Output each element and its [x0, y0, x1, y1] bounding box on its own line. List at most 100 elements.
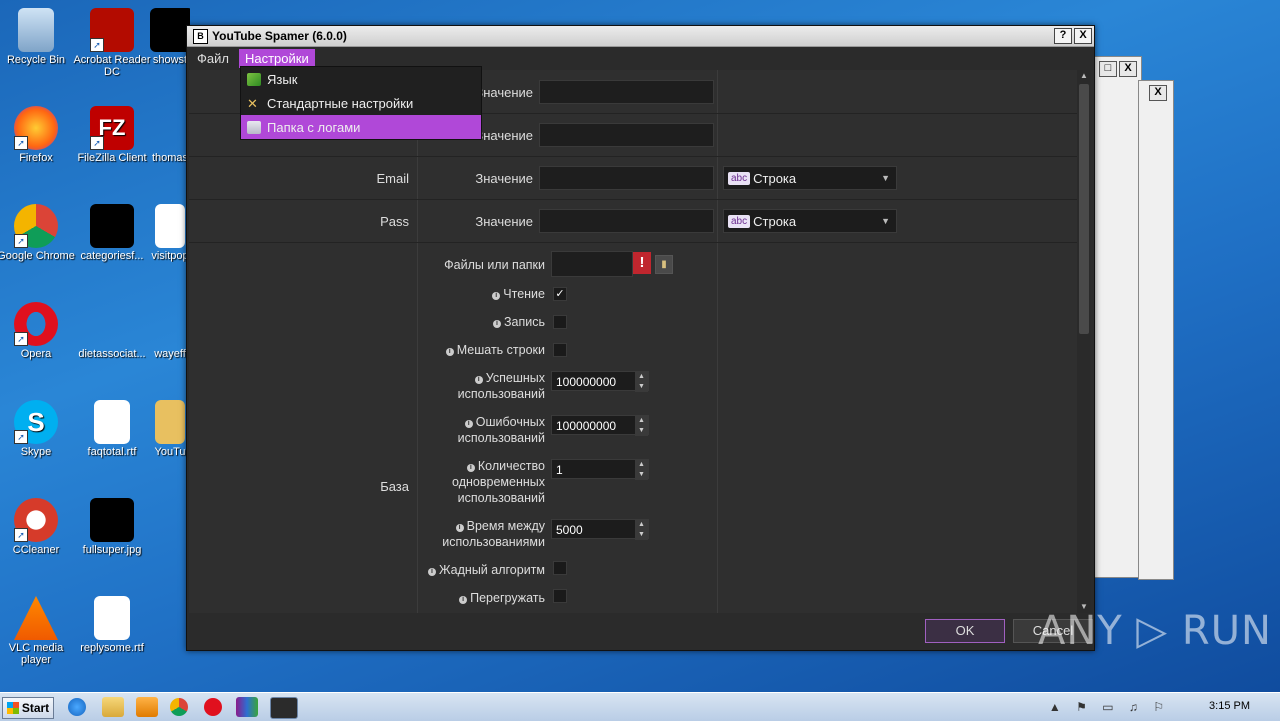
desktop-icon-filezilla[interactable]: FZ ➚ FileZilla Client	[70, 106, 154, 164]
icon-label: replysome.rtf	[80, 642, 144, 654]
desktop-icon-wayeff[interactable]: wayeff	[150, 302, 190, 360]
read-text: Чтение	[503, 287, 545, 301]
skype-icon: S ➚	[14, 400, 58, 444]
success-uses-spinner[interactable]: 100000000 ▲ ▼	[551, 371, 649, 392]
icon-label: visitpop	[151, 250, 189, 262]
scroll-thumb[interactable]	[1079, 84, 1089, 334]
row-value-label: Значение	[475, 214, 533, 229]
menu-item-language[interactable]: Язык	[241, 67, 481, 91]
file-icon	[150, 106, 190, 150]
info-icon: i	[466, 464, 475, 472]
value-input[interactable]	[539, 123, 714, 147]
type-value: Строка	[753, 170, 797, 186]
desktop-icon-categories[interactable]: categoriesf...	[70, 204, 154, 262]
reload-checkbox[interactable]	[553, 589, 567, 603]
write-checkbox[interactable]	[553, 315, 567, 329]
maximize-icon[interactable]: □	[1099, 61, 1117, 77]
word-document-icon	[94, 596, 130, 640]
pass-value-input[interactable]	[539, 209, 714, 233]
vlc-icon	[14, 596, 58, 640]
close-icon[interactable]: X	[1119, 61, 1137, 77]
close-button[interactable]: X	[1074, 28, 1092, 44]
info-icon: i	[492, 292, 501, 300]
start-button[interactable]: Start	[2, 697, 54, 719]
browse-folder-button[interactable]: ▮	[655, 255, 673, 274]
delay-spinner[interactable]: 5000 ▲ ▼	[551, 519, 649, 540]
word-document-icon	[94, 400, 130, 444]
email-value-input[interactable]	[539, 166, 714, 190]
ok-button[interactable]: OK	[925, 619, 1005, 643]
settings-form: Значение Значение Email Значение abc Стр…	[189, 70, 1077, 613]
desktop-icon-opera[interactable]: ➚ Opera	[0, 302, 78, 360]
folder-icon	[155, 400, 185, 444]
vertical-scrollbar[interactable]: ▲ ▼	[1077, 70, 1091, 613]
background-window-1[interactable]: X □	[1090, 56, 1142, 578]
desktop-icon-chrome[interactable]: ➚ Google Chrome	[0, 204, 78, 262]
chrome-icon: ➚	[14, 204, 58, 248]
success-uses-text: Успешных использований	[457, 371, 545, 401]
warning-icon: !	[633, 252, 651, 274]
scroll-up-icon[interactable]: ▲	[1077, 70, 1091, 82]
form-row-pass: Pass Значение abc Строка ▼	[189, 199, 1077, 243]
spinner-arrows-icon[interactable]: ▲ ▼	[635, 416, 648, 436]
background-window-2[interactable]: X	[1138, 80, 1174, 580]
chrome-icon[interactable]	[170, 698, 188, 716]
desktop-icon-youtube[interactable]: YouTu	[150, 400, 190, 458]
spinner-arrows-icon[interactable]: ▲ ▼	[635, 372, 648, 392]
desktop-icon-recycle-bin[interactable]: Recycle Bin	[0, 8, 78, 66]
title-bar[interactable]: B YouTube Spamer (6.0.0) ? X	[187, 26, 1094, 47]
icon-label: Recycle Bin	[6, 54, 66, 66]
files-label: Файлы или папки	[444, 258, 545, 272]
shuffle-checkbox[interactable]	[553, 343, 567, 357]
desktop-icon-firefox[interactable]: ➚ Firefox	[0, 106, 78, 164]
icon-label: fullsuper.jpg	[82, 544, 142, 556]
menu-file[interactable]: Файл	[191, 49, 235, 68]
clock[interactable]: 3:15 PM	[1209, 700, 1250, 712]
desktop-icon-faqtotal[interactable]: faqtotal.rtf	[70, 400, 154, 458]
ie-icon[interactable]	[68, 698, 86, 716]
close-icon[interactable]: X	[1149, 85, 1167, 101]
desktop-icon-replysome[interactable]: replysome.rtf	[70, 596, 154, 654]
base-section: База Файлы или папки ! ▮ i Чтение ✓ i Запи…	[189, 243, 1077, 613]
desktop-icon-showst[interactable]: showst	[150, 8, 190, 66]
menu-settings[interactable]: Настройки	[238, 48, 315, 68]
menu-item-label: Папка с логами	[267, 119, 361, 135]
pass-type-select[interactable]: abc Строка ▼	[723, 209, 897, 233]
spinner-arrows-icon[interactable]: ▲ ▼	[635, 460, 648, 480]
spinner-arrows-icon[interactable]: ▲ ▼	[635, 520, 648, 540]
desktop-icon-ccleaner[interactable]: ➚ CCleaner	[0, 498, 78, 556]
info-icon: i	[464, 420, 473, 428]
chevron-down-icon: ▼	[881, 216, 890, 226]
value-input[interactable]	[539, 80, 714, 104]
desktop-icon-acrobat[interactable]: ➚ Acrobat Reader DC	[70, 8, 154, 78]
icon-label: VLC media player	[8, 642, 64, 666]
desktop-icon-vlc[interactable]: VLC media player	[0, 596, 78, 666]
explorer-icon[interactable]	[102, 697, 124, 717]
desktop-icon-visitpop[interactable]: visitpop	[150, 204, 190, 262]
desktop-icon-dietassociat[interactable]: dietassociat...	[70, 302, 154, 360]
concurrent-uses-spinner[interactable]: 1 ▲ ▼	[551, 459, 649, 480]
greedy-label: i Жадный алгоритм	[419, 562, 545, 578]
tray-icons: ▲ ⚑ ▭ ♫ ⚐	[1048, 700, 1170, 714]
image-thumbnail-icon	[90, 498, 134, 542]
help-button[interactable]: ?	[1054, 28, 1072, 44]
menu-item-logs-folder[interactable]: Папка с логами	[241, 115, 481, 139]
winrar-icon[interactable]	[236, 697, 258, 717]
files-input[interactable]	[551, 251, 633, 277]
media-player-icon[interactable]	[136, 697, 158, 717]
firefox-icon: ➚	[14, 106, 58, 150]
language-icon	[247, 72, 261, 86]
greedy-checkbox[interactable]	[553, 561, 567, 575]
info-icon: i	[459, 596, 468, 604]
icon-label: Skype	[20, 446, 52, 458]
desktop-icon-thomas[interactable]: thomas	[150, 106, 190, 164]
desktop-icon-fullsuper[interactable]: fullsuper.jpg	[70, 498, 154, 556]
read-checkbox[interactable]: ✓	[553, 287, 567, 301]
opera-icon[interactable]	[204, 698, 222, 716]
menu-item-default-settings[interactable]: ✕ Стандартные настройки	[241, 91, 481, 115]
type-value: Строка	[753, 213, 797, 229]
error-uses-spinner[interactable]: 100000000 ▲ ▼	[551, 415, 649, 436]
youtube-spamer-taskbar-icon[interactable]	[270, 697, 298, 719]
email-type-select[interactable]: abc Строка ▼	[723, 166, 897, 190]
desktop-icon-skype[interactable]: S ➚ Skype	[0, 400, 78, 458]
